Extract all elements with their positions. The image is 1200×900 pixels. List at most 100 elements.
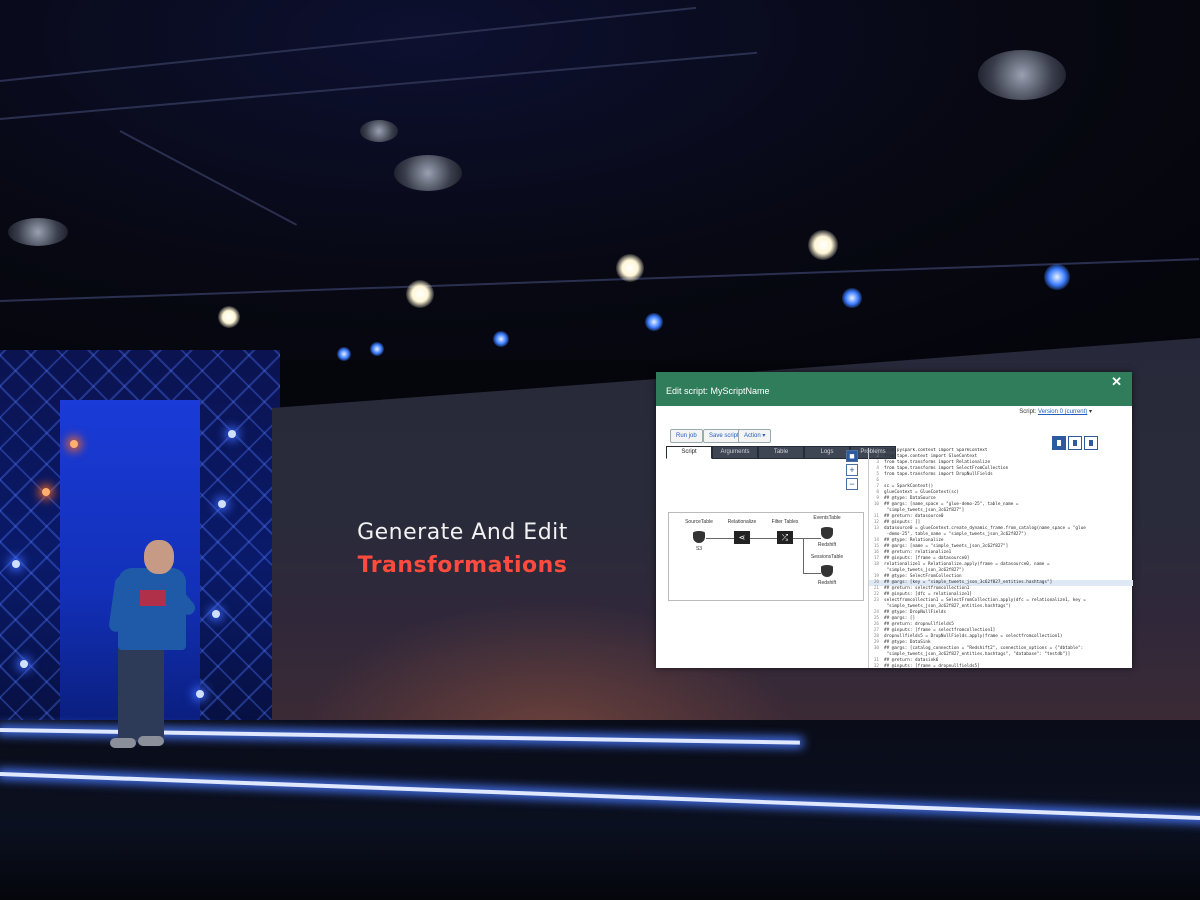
stage-spotlight bbox=[808, 230, 838, 260]
conference-stage-photo: Generate And Edit Transformations Edit s… bbox=[0, 0, 1200, 900]
code-text: sc = SparkContext() bbox=[884, 484, 934, 489]
ceiling-truss bbox=[0, 6, 697, 82]
code-text: ## @return: datasink6 bbox=[884, 658, 939, 663]
events-db-icon[interactable] bbox=[821, 527, 833, 541]
code-text: ## @args: [catalog_connection = "Redshif… bbox=[884, 646, 1084, 651]
code-text: ## @type: SelectFromCollection bbox=[884, 574, 962, 579]
edit-script-window: Edit script: MyScriptName ✕ Script: Vers… bbox=[656, 372, 1133, 668]
code-text: datasource0 = glueContext.create_dynamic… bbox=[884, 526, 1086, 531]
stage-spotlight bbox=[616, 254, 644, 282]
filter-node[interactable]: ⤮ bbox=[777, 531, 793, 544]
tab-arguments[interactable]: Arguments bbox=[712, 446, 758, 459]
graph-edge bbox=[706, 538, 734, 539]
code-text: "simple_tweets_json_3c62f827_entities.ha… bbox=[884, 604, 1011, 609]
presenter-head bbox=[144, 540, 174, 574]
ceiling-truss bbox=[119, 130, 298, 226]
code-text: from tape.context import GlueContext bbox=[884, 454, 978, 459]
rig-light bbox=[12, 560, 20, 568]
shirt-graphic bbox=[140, 590, 166, 606]
code-text: ## @inputs: [frame = selectfromcollectio… bbox=[884, 628, 996, 633]
code-text: ## @args: [name_space = "glue-demo-25", … bbox=[884, 502, 1019, 507]
graph-edge bbox=[803, 573, 821, 574]
rig-light bbox=[218, 500, 226, 508]
slide-subheading: Transformations bbox=[357, 553, 568, 578]
graph-edge bbox=[750, 538, 777, 539]
script-version-selector[interactable]: Script: Version 0 (current) ▾ bbox=[1019, 408, 1092, 415]
stage-spotlight bbox=[406, 280, 434, 308]
relationalize-node[interactable]: ⋖ bbox=[734, 531, 750, 544]
code-text: "simple_tweets_json_3c62f827") bbox=[884, 568, 965, 573]
code-text: "simple_tweets_json_3c62f827_entities.ha… bbox=[884, 652, 1071, 657]
code-text: ## @type: DataSink bbox=[884, 640, 931, 645]
code-text: -demo-25", table_name = "simple_tweets_j… bbox=[884, 532, 1027, 537]
node-label: Relationalize bbox=[727, 519, 757, 525]
close-icon[interactable]: ✕ bbox=[1111, 374, 1122, 390]
window-title: Edit script: MyScriptName bbox=[666, 386, 770, 396]
blue-spotlight bbox=[493, 331, 509, 347]
code-text: ## @type: DropNullFields bbox=[884, 610, 947, 615]
rig-light bbox=[212, 610, 220, 618]
db-label: S3 bbox=[695, 546, 703, 552]
node-label: SessionsTable bbox=[810, 554, 844, 560]
code-text: ## @return: datasource0 bbox=[884, 514, 944, 519]
lighting-bar bbox=[0, 258, 1200, 302]
code-text: dropnullfields5 = DropNullFields.apply(f… bbox=[884, 634, 1063, 639]
ceiling-speaker bbox=[8, 218, 68, 246]
rig-light bbox=[70, 440, 78, 448]
zoom-in-button[interactable]: + bbox=[846, 464, 858, 476]
code-text: from tape.transforms import SelectFromCo… bbox=[884, 466, 1009, 471]
source-db-icon[interactable] bbox=[693, 531, 705, 545]
ceiling-speaker bbox=[360, 120, 398, 142]
node-label: EventsTable bbox=[813, 515, 841, 521]
code-line[interactable]: 32 ## @inputs: [frame = dropnullfields5] bbox=[869, 664, 1133, 668]
rig-light bbox=[228, 430, 236, 438]
code-text: ## @inputs: [frame = datasource0] bbox=[884, 556, 970, 561]
slide-heading: Generate And Edit bbox=[357, 520, 568, 545]
window-title-bar: Edit script: MyScriptName ✕ bbox=[656, 372, 1132, 406]
ceiling-rigging bbox=[0, 0, 1200, 361]
blue-spotlight bbox=[337, 347, 351, 361]
code-text: ## @args: [key = "simple_tweets_json_3c6… bbox=[884, 580, 1053, 585]
code-text: "simple_tweets_json_3c62f827"] bbox=[884, 508, 965, 513]
code-text: from pyspark.context import SparkContext bbox=[884, 448, 988, 453]
blue-spotlight bbox=[1044, 264, 1070, 290]
code-text: ## @inputs: [frame = dropnullfields5] bbox=[884, 664, 980, 668]
node-label: Filter Tables bbox=[771, 519, 799, 525]
ceiling-speaker bbox=[978, 50, 1066, 100]
run-job-button[interactable]: Run job bbox=[670, 429, 703, 443]
rig-light bbox=[20, 660, 28, 668]
tab-logs[interactable]: Logs bbox=[804, 446, 850, 459]
node-label: SourceTable bbox=[685, 519, 713, 525]
presenter-legs bbox=[118, 646, 164, 742]
transform-diagram: SourceTable S3 Relationalize ⋖ Filter Ta… bbox=[668, 512, 864, 601]
db-label: Redshift bbox=[817, 580, 837, 586]
code-text: selectfromcollection1 = SelectFromCollec… bbox=[884, 598, 1086, 603]
code-text: ## @return: relationalize1 bbox=[884, 550, 952, 555]
blue-spotlight bbox=[370, 342, 384, 356]
tab-table[interactable]: Table bbox=[758, 446, 804, 459]
line-number: 32 bbox=[873, 664, 879, 668]
script-label: Script: bbox=[1019, 409, 1037, 415]
code-editor[interactable]: 1 from pyspark.context import SparkContex… bbox=[868, 448, 1133, 668]
zoom-out-button[interactable]: − bbox=[846, 478, 858, 490]
code-text: glueContext = GlueContext(sc) bbox=[884, 490, 960, 495]
blue-spotlight bbox=[645, 313, 663, 331]
script-version-link[interactable]: Version 0 (current) bbox=[1038, 409, 1087, 415]
code-text: ## @type: Relationalize bbox=[884, 538, 944, 543]
stage-spotlight bbox=[218, 306, 240, 328]
code-text: ## @type: DataSource bbox=[884, 496, 936, 501]
action-menu-button[interactable]: Action ▾ bbox=[738, 429, 772, 443]
presenter-shoe bbox=[110, 738, 136, 748]
code-text: ## @inputs: [] bbox=[884, 520, 921, 525]
sessions-db-icon[interactable] bbox=[821, 565, 833, 579]
code-text: ## @return: selectfromcollection1 bbox=[884, 586, 970, 591]
code-text: ## @return: dropnullfields5 bbox=[884, 622, 954, 627]
graph-edge bbox=[803, 538, 804, 573]
presenter-shoe bbox=[138, 736, 164, 746]
code-text: ## @inputs: [dfc = relationalize1] bbox=[884, 592, 972, 597]
code-text: from tape.transforms import DropNullFiel… bbox=[884, 472, 993, 477]
graph-edge bbox=[793, 538, 821, 539]
tab-script[interactable]: Script bbox=[666, 446, 712, 459]
fit-view-button[interactable]: ■ bbox=[846, 450, 858, 462]
rig-light bbox=[42, 488, 50, 496]
